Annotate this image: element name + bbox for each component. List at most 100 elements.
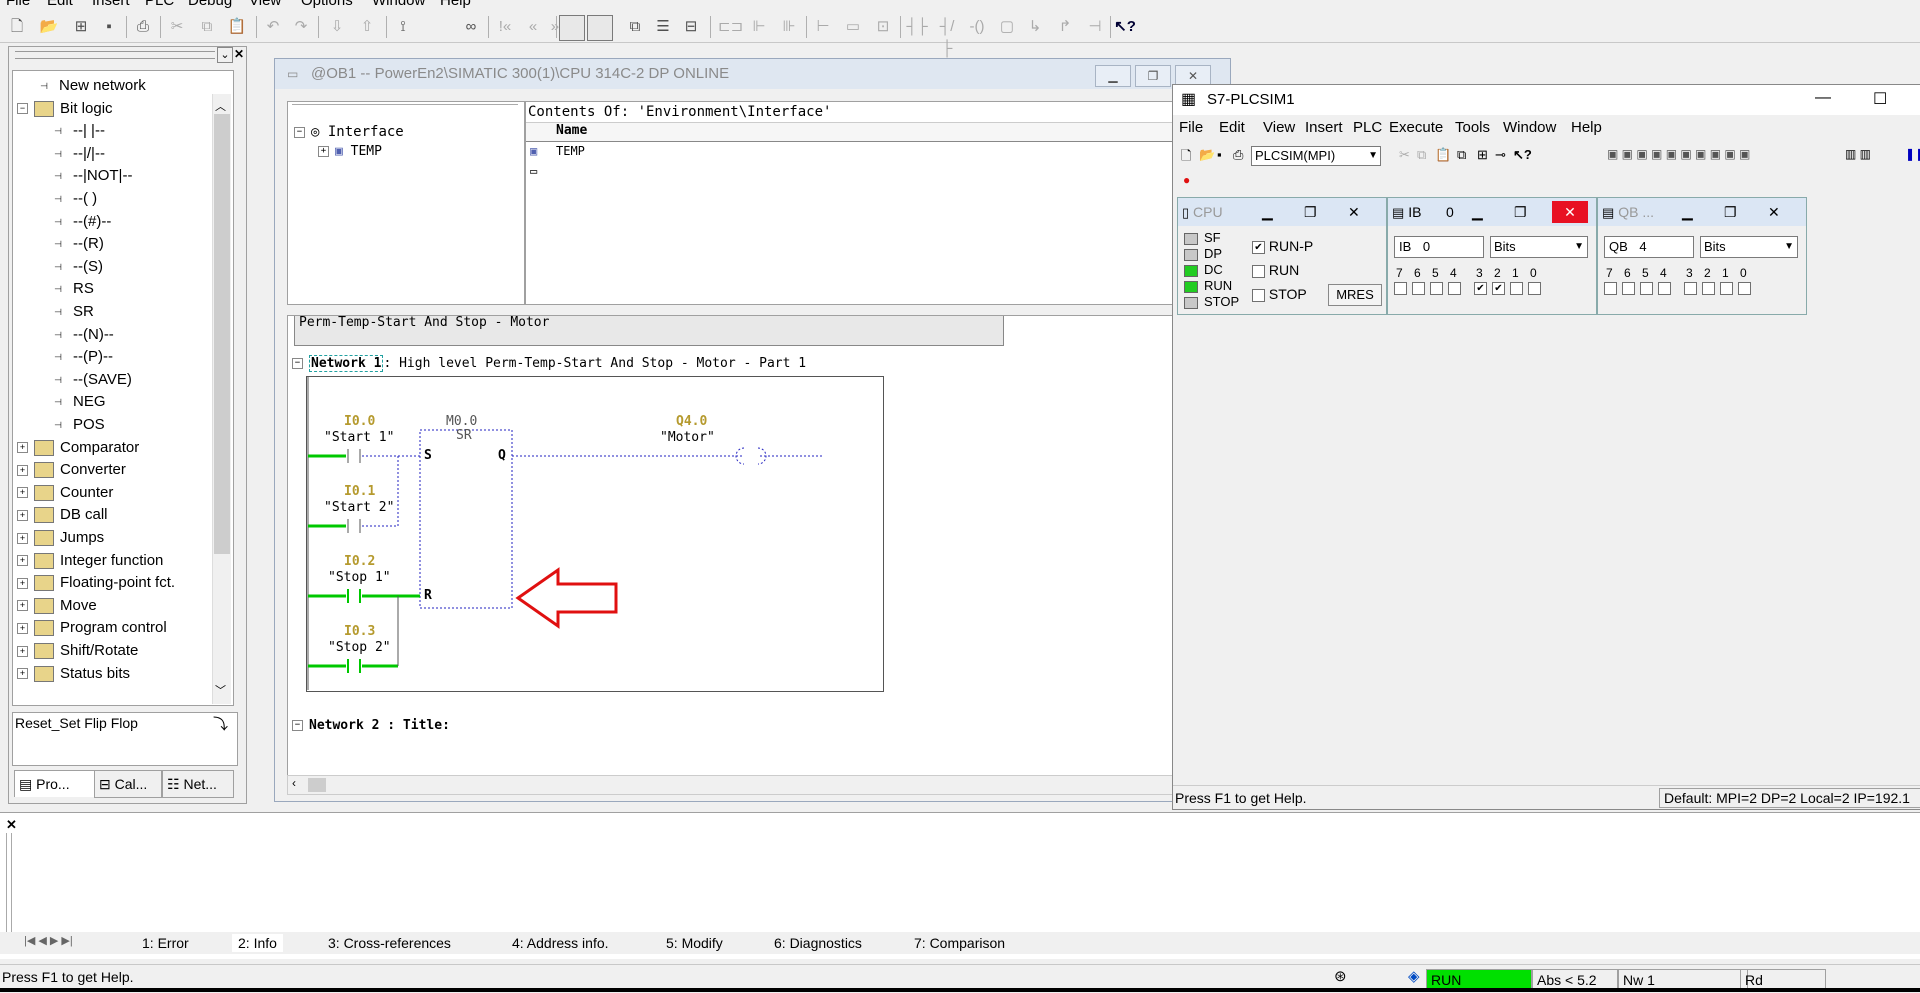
scroll-thumb[interactable] [214,114,230,554]
bit-checkbox[interactable] [1702,282,1715,295]
tab-call-structure[interactable]: ⊟ Cal... [94,770,162,798]
tree-item[interactable]: ⊣ --(P)-- [49,346,113,368]
tree-item[interactable]: ⊣ --(SAVE) [49,369,132,391]
tree-item[interactable]: + Jumps [17,527,104,549]
bit-checkbox[interactable] [1528,282,1541,295]
coil-box-icon[interactable]: ⊡ [872,16,894,38]
tree-item[interactable]: + Floating-point fct. [17,572,175,594]
ib-format-select[interactable]: Bits ▼ [1490,236,1588,258]
plcsim-menu-file[interactable]: File [1179,119,1203,136]
cut-icon[interactable]: ✂ [1399,147,1410,163]
accessible-nodes-icon[interactable]: ⊞ [70,16,92,38]
bit-checkbox[interactable] [1738,282,1751,295]
maximize-button[interactable]: ❐ [1135,65,1171,87]
lad-icon[interactable]: ⧉ [624,16,646,38]
plcsim-menu-view[interactable]: View [1263,119,1295,136]
upload-icon[interactable]: ⇧ [356,16,378,38]
tree-item[interactable]: + Move [17,595,97,617]
panel-close-icon[interactable]: ✕ [233,47,245,61]
scroll-down-icon[interactable]: ﹀ [215,682,226,698]
glasses-icon[interactable]: ∞ [460,16,482,38]
panel-gripper[interactable] [15,51,215,59]
expand-icon[interactable]: + [17,668,28,680]
tree-node-temp[interactable]: + ▣ TEMP [318,144,382,159]
pause-icon[interactable]: ❚❚ [1905,147,1920,161]
interface-select[interactable]: PLCSIM(MPI) ▼ [1251,146,1381,166]
contact-icon[interactable]: ⊢ [812,16,834,38]
plcsim-menu-tools[interactable]: Tools [1455,119,1490,136]
tab-program-elements[interactable]: ▤ Pro... [14,770,100,797]
hscroll-thumb[interactable] [308,778,326,792]
open-branch-icon[interactable]: ↳ [1024,16,1046,38]
ib-minimize-button[interactable]: ▁ [1472,198,1483,226]
network-new-icon[interactable]: ⊏⊐ [718,16,743,38]
redo-icon[interactable]: ↷ [290,16,312,38]
cpu-maximize-button[interactable]: ❐ [1304,198,1317,226]
panel-restore-icon[interactable]: ⌄ [217,47,233,63]
help-icon[interactable]: ↖? [1114,16,1136,38]
collapse-icon[interactable]: − [294,126,305,138]
box-icon[interactable]: ▭ [842,16,864,38]
overview-icon[interactable] [559,15,585,41]
bit-checkbox[interactable] [1720,282,1733,295]
ib-maximize-button[interactable]: ❐ [1514,198,1527,226]
plcsim-menu-execute[interactable]: Execute [1389,119,1443,136]
copy-icon[interactable]: ⧉ [196,16,218,38]
scan-mode-icon[interactable]: ▥ ▥ [1845,147,1871,161]
tree-node-interface[interactable]: − ◎ Interface [294,124,404,140]
tree-item[interactable]: + Counter [17,482,113,504]
cut-icon[interactable]: ✂ [166,16,188,38]
tab-cross-references[interactable]: 3: Cross-references [328,934,451,952]
qb-address-input[interactable]: QB 4 [1604,236,1694,258]
menu-edit[interactable]: Edit [47,0,73,9]
open-icon[interactable]: 📂 [38,16,60,38]
monitor-icon[interactable]: ⟟ [392,16,414,38]
expand-icon[interactable]: + [17,622,28,634]
branch-icon[interactable]: ⊩ [748,16,770,38]
tree-item[interactable]: ⊣ --| |-- [49,120,105,142]
print-icon[interactable]: ⎙ [1233,147,1243,163]
plcsim-menu-window[interactable]: Window [1503,119,1556,136]
mode-run-checkbox[interactable] [1252,264,1265,278]
open-icon[interactable]: 📂 [1199,147,1215,163]
prev-icon[interactable]: « [522,16,544,38]
mode-run-p-checkbox[interactable]: ✔ [1252,240,1265,254]
name-row-temp[interactable]: TEMP [556,144,585,158]
new-icon[interactable]: 🗋 [1181,147,1191,169]
tab-address-info[interactable]: 4: Address info. [512,934,609,952]
qb-maximize-button[interactable]: ❐ [1724,198,1737,226]
undo-icon[interactable]: ↶ [262,16,284,38]
save-icon[interactable]: ▪ [98,16,120,38]
menu-view[interactable]: View [249,0,281,9]
menu-plc[interactable]: PLC [145,0,174,9]
mres-button[interactable]: MRES [1328,284,1382,306]
save-icon[interactable]: ▪ [1217,147,1222,162]
mode-run-p[interactable]: ✔ RUN-P [1252,234,1313,258]
tree-item[interactable]: ⊣ --(#)-- [49,211,111,233]
tree-item[interactable]: + Shift/Rotate [17,640,138,662]
menu-file[interactable]: File [6,0,30,9]
menu-help[interactable]: Help [440,0,471,9]
tree-item[interactable]: + DB call [17,504,108,526]
bit-checkbox[interactable] [1510,282,1523,295]
expand-icon[interactable]: + [17,509,28,521]
connection-icon[interactable]: ⊣ [1084,16,1106,38]
editor-hscrollbar[interactable]: ‹ [287,775,1232,795]
bit-checkbox[interactable] [1658,282,1671,295]
pin-icon[interactable]: ⊸ [1495,147,1506,163]
record-icon[interactable]: ● [1183,173,1190,187]
tree-item[interactable]: ⊣ --|/|-- [49,143,105,165]
expand-icon[interactable]: + [17,487,28,499]
tree-scrollbar[interactable]: ︿ ﹀ [212,94,231,704]
tree-item[interactable]: ⊣ --(S) [49,256,103,278]
expand-icon[interactable]: + [17,555,28,567]
stl-icon[interactable]: ☰ [652,16,674,38]
tree-item[interactable]: ⊣ --(R) [49,233,104,255]
minimize-button[interactable]: ▁ [1095,65,1131,87]
tree-item[interactable]: ⊣ --|NOT|-- [49,165,132,187]
qb-format-select[interactable]: Bits ▼ [1700,236,1798,258]
branch-close-icon[interactable]: ⊪ [778,16,800,38]
expand-icon[interactable]: + [17,577,28,589]
tree-item[interactable]: + Status bits [17,663,130,685]
tree-item[interactable]: ⊣ New network [35,75,146,97]
